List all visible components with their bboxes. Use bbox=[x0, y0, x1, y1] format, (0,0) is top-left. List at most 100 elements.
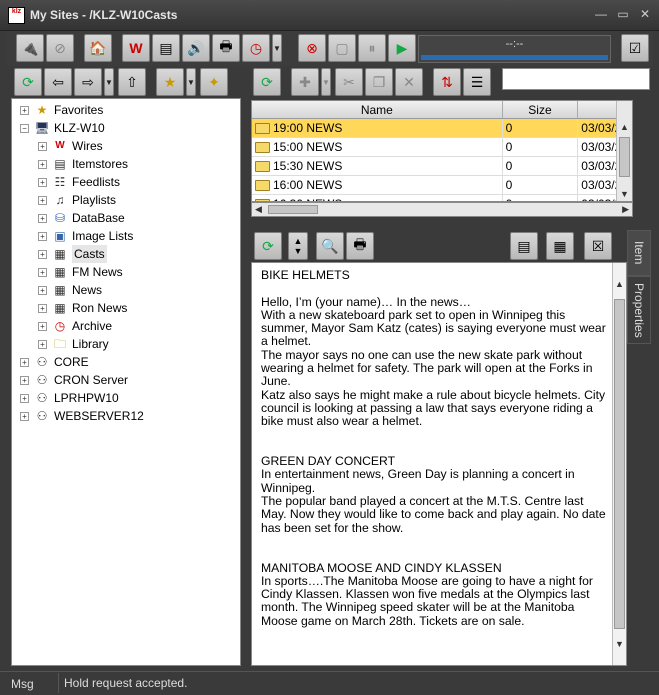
tab-properties[interactable]: Properties bbox=[627, 276, 651, 344]
table-row[interactable]: 15:30 NEWS 0 03/03/20 bbox=[252, 157, 632, 176]
table-row[interactable]: 15:00 NEWS 0 03/03/20 bbox=[252, 138, 632, 157]
minimize-icon[interactable]: — bbox=[595, 7, 607, 21]
expand-icon[interactable]: + bbox=[38, 268, 47, 277]
tree-item-webserver12[interactable]: + ⚇ WEBSERVER12 bbox=[12, 407, 240, 425]
expand-icon[interactable]: + bbox=[20, 394, 29, 403]
item-stepper[interactable]: ▲ ▼ bbox=[288, 232, 308, 260]
scroll-thumb[interactable] bbox=[619, 137, 630, 177]
scroll-down-icon[interactable]: ▼ bbox=[620, 189, 629, 199]
collapse-icon[interactable]: − bbox=[20, 124, 29, 133]
expand-icon[interactable]: + bbox=[38, 232, 47, 241]
scroll-thumb[interactable] bbox=[614, 299, 625, 629]
forward-dropdown[interactable]: ▼ bbox=[104, 68, 114, 96]
expand-icon[interactable]: + bbox=[38, 178, 47, 187]
tree-item-ron-news[interactable]: + ▦ Ron News bbox=[12, 299, 240, 317]
table-row[interactable]: 16:30 NEWS003/03/20 bbox=[252, 195, 632, 201]
favorites-button[interactable]: ★ bbox=[156, 68, 184, 96]
scroll-up-icon[interactable]: ▲ bbox=[615, 279, 624, 289]
wires-button[interactable]: W bbox=[122, 34, 150, 62]
expand-icon[interactable]: + bbox=[20, 106, 29, 115]
tree-item-core[interactable]: + ⚇ CORE bbox=[12, 353, 240, 371]
tree-item-playlists[interactable]: + ♫ Playlists bbox=[12, 191, 240, 209]
expand-icon[interactable]: + bbox=[38, 286, 47, 295]
expand-icon[interactable]: + bbox=[38, 196, 47, 205]
tree-item-database[interactable]: + ⛁ DataBase bbox=[12, 209, 240, 227]
item-text[interactable]: BIKE HELMETS Hello, I’m (your name)… In … bbox=[261, 268, 611, 628]
tree-item-feedlists[interactable]: + ☷ Feedlists bbox=[12, 173, 240, 191]
view-grid-button[interactable]: ▦ bbox=[546, 232, 574, 260]
view-text-button[interactable]: ▤ bbox=[510, 232, 538, 260]
expand-icon[interactable]: + bbox=[38, 340, 47, 349]
pause-button[interactable]: ⏸ bbox=[358, 34, 386, 62]
tree-item-klz-w10[interactable]: − 🖥 KLZ-W10 bbox=[12, 119, 240, 137]
maximize-icon[interactable]: ▭ bbox=[617, 7, 629, 21]
expand-icon[interactable]: + bbox=[38, 304, 47, 313]
column-size[interactable]: Size bbox=[503, 101, 579, 118]
disconnect-button[interactable]: ⊘ bbox=[46, 34, 74, 62]
scroll-up-icon[interactable]: ▲ bbox=[620, 122, 629, 132]
editor-vscroll[interactable]: ▲ ▼ bbox=[612, 263, 626, 665]
clock-button[interactable]: ◷ bbox=[242, 34, 270, 62]
close-icon[interactable]: ✕ bbox=[639, 7, 651, 21]
stop-button[interactable]: ⊗ bbox=[298, 34, 326, 62]
options-button[interactable]: ☑ bbox=[621, 34, 649, 62]
sort-button[interactable]: ⇅ bbox=[433, 68, 461, 96]
back-button[interactable]: ⇦ bbox=[44, 68, 72, 96]
cast-list-vscroll[interactable]: ▲ ▼ bbox=[616, 101, 632, 201]
expand-icon[interactable]: + bbox=[38, 322, 47, 331]
list-view-button[interactable]: ☰ bbox=[463, 68, 491, 96]
scroll-left-icon[interactable]: ◀ bbox=[255, 204, 262, 215]
square-button[interactable]: ▢ bbox=[328, 34, 356, 62]
tree-item-library[interactable]: + 🗀 Library bbox=[12, 335, 240, 353]
tree-item-image-lists[interactable]: + ▣ Image Lists bbox=[12, 227, 240, 245]
refresh-tree-button[interactable]: ⟳ bbox=[14, 68, 42, 96]
copy-button[interactable]: ❐ bbox=[365, 68, 393, 96]
close-item-button[interactable]: ☒ bbox=[584, 232, 612, 260]
connect-button[interactable]: 🔌 bbox=[16, 34, 44, 62]
item-editor[interactable]: BIKE HELMETS Hello, I’m (your name)… In … bbox=[251, 262, 627, 666]
find-button[interactable]: 🔍 bbox=[316, 232, 344, 260]
audio-button[interactable]: 🔊 bbox=[182, 34, 210, 62]
tree-item-archive[interactable]: + ◷ Archive bbox=[12, 317, 240, 335]
tree-item-wires[interactable]: + W Wires bbox=[12, 137, 240, 155]
tree-item-favorites[interactable]: + ★ Favorites bbox=[12, 101, 240, 119]
cast-list-hscroll[interactable]: ◀ ▶ bbox=[251, 202, 633, 217]
hscroll-thumb[interactable] bbox=[268, 205, 318, 214]
up-folder-button[interactable]: ⇧ bbox=[118, 68, 146, 96]
tree-item-cron-server[interactable]: + ⚇ CRON Server bbox=[12, 371, 240, 389]
cut-button[interactable]: ✂ bbox=[335, 68, 363, 96]
search-input[interactable] bbox=[502, 68, 650, 90]
expand-icon[interactable]: + bbox=[20, 376, 29, 385]
playback-progress[interactable]: --:-- bbox=[418, 35, 611, 63]
column-name[interactable]: Name bbox=[252, 101, 503, 118]
expand-icon[interactable]: + bbox=[38, 214, 47, 223]
expand-icon[interactable]: + bbox=[20, 358, 29, 367]
play-button[interactable]: ▶ bbox=[388, 34, 416, 62]
new-item-button[interactable]: ✚ bbox=[291, 68, 319, 96]
tree-item-casts[interactable]: + ▦ Casts bbox=[12, 245, 240, 263]
tree-item-itemstores[interactable]: + ▤ Itemstores bbox=[12, 155, 240, 173]
tree-item-news[interactable]: + ▦ News bbox=[12, 281, 240, 299]
print-button[interactable]: 🖶 bbox=[212, 34, 240, 62]
print-item-button[interactable]: 🖶 bbox=[346, 232, 374, 260]
table-row[interactable]: 19:00 NEWS 0 03/03/20 bbox=[252, 119, 632, 138]
itemstore-button[interactable]: ▤ bbox=[152, 34, 180, 62]
scroll-down-icon[interactable]: ▼ bbox=[615, 639, 624, 649]
clock-dropdown[interactable]: ▼ bbox=[272, 34, 282, 62]
new-item-dropdown[interactable]: ▼ bbox=[321, 68, 331, 96]
tab-item[interactable]: Item bbox=[627, 230, 651, 276]
add-favorite-button[interactable]: ✦ bbox=[200, 68, 228, 96]
expand-icon[interactable]: + bbox=[38, 160, 47, 169]
expand-icon[interactable]: + bbox=[20, 412, 29, 421]
expand-icon[interactable]: + bbox=[38, 250, 47, 259]
forward-button[interactable]: ⇨ bbox=[74, 68, 102, 96]
refresh-list-button[interactable]: ⟳ bbox=[253, 68, 281, 96]
tree-item-fm-news[interactable]: + ▦ FM News bbox=[12, 263, 240, 281]
home-button[interactable]: 🏠 bbox=[84, 34, 112, 62]
table-row[interactable]: 16:00 NEWS 0 03/03/20 bbox=[252, 176, 632, 195]
refresh-item-button[interactable]: ⟳ bbox=[254, 232, 282, 260]
tree-item-lprhpw10[interactable]: + ⚇ LPRHPW10 bbox=[12, 389, 240, 407]
favorites-dropdown[interactable]: ▼ bbox=[186, 68, 196, 96]
scroll-right-icon[interactable]: ▶ bbox=[622, 204, 629, 215]
delete-button[interactable]: ✕ bbox=[395, 68, 423, 96]
